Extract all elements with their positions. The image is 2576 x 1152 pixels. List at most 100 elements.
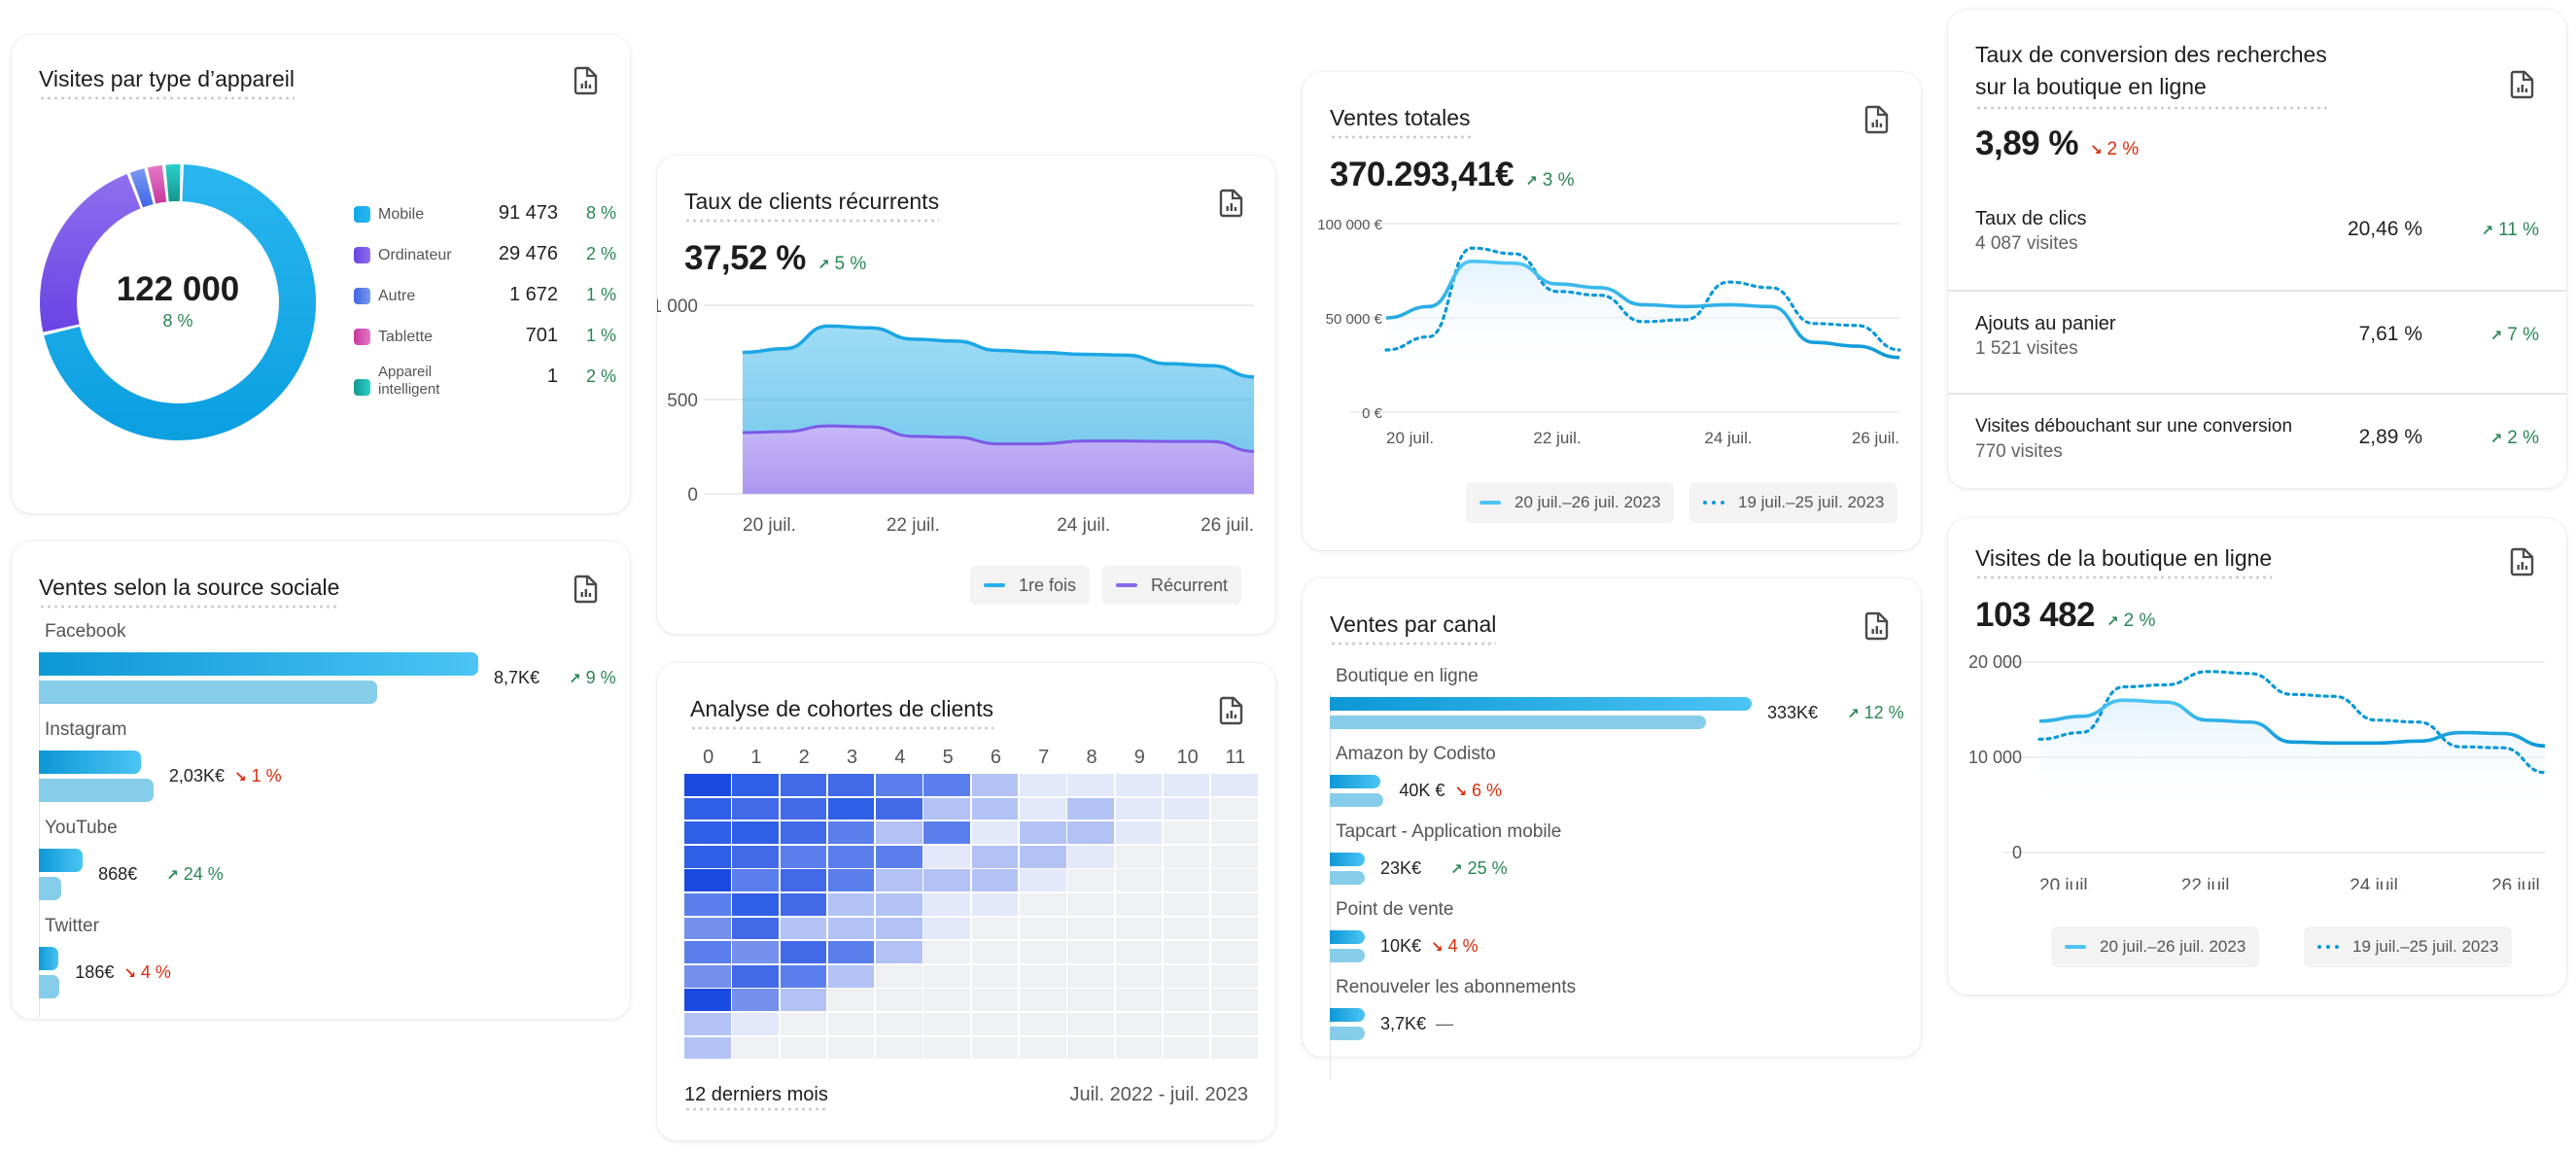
heatmap-cell[interactable] bbox=[732, 845, 779, 868]
card-title[interactable]: Analyse de cohortes de clients bbox=[690, 694, 993, 731]
heatmap-cell[interactable] bbox=[971, 869, 1019, 892]
heatmap-cell[interactable] bbox=[971, 989, 1019, 1012]
bar-current[interactable] bbox=[39, 652, 478, 676]
bar-current[interactable] bbox=[39, 947, 58, 970]
heatmap-cell[interactable] bbox=[780, 845, 827, 868]
heatmap-cell[interactable] bbox=[1067, 941, 1114, 963]
heatmap-cell[interactable] bbox=[780, 1012, 827, 1035]
conversion-row[interactable]: Visites débouchant sur une conversion 770… bbox=[1948, 393, 2566, 496]
heatmap-cell[interactable] bbox=[732, 797, 779, 820]
heatmap-cell[interactable] bbox=[971, 774, 1019, 796]
card-title[interactable]: Ventes par canal bbox=[1330, 610, 1497, 646]
heatmap-cell[interactable] bbox=[876, 774, 922, 796]
card-title[interactable]: Ventes selon la source sociale bbox=[39, 573, 340, 610]
heatmap-cell[interactable] bbox=[684, 1036, 731, 1060]
heatmap-cell[interactable] bbox=[876, 1036, 922, 1060]
heatmap-cell[interactable] bbox=[923, 964, 970, 988]
heatmap-cell[interactable] bbox=[1211, 941, 1258, 963]
bar-current[interactable] bbox=[1330, 930, 1365, 944]
heatmap-cell[interactable] bbox=[732, 917, 779, 940]
heatmap-cell[interactable] bbox=[1211, 797, 1258, 820]
heatmap-cell[interactable] bbox=[780, 917, 827, 940]
heatmap-cell[interactable] bbox=[1067, 917, 1114, 940]
legend-current-period[interactable]: 20 juil.–26 juil. 2023 bbox=[1466, 482, 1675, 523]
card-title[interactable]: Taux de clients récurrents bbox=[684, 187, 940, 224]
heatmap-cell[interactable] bbox=[923, 892, 970, 916]
heatmap-cell[interactable] bbox=[1211, 845, 1258, 868]
heatmap-cell[interactable] bbox=[1163, 774, 1210, 796]
heatmap-cell[interactable] bbox=[1020, 845, 1066, 868]
heatmap-cell[interactable] bbox=[1163, 989, 1210, 1012]
legend-previous-period[interactable]: 19 juil.–25 juil. 2023 bbox=[2304, 926, 2513, 967]
heatmap-cell[interactable] bbox=[732, 1036, 779, 1060]
heatmap-cell[interactable] bbox=[732, 869, 779, 892]
heatmap-cell[interactable] bbox=[1211, 821, 1258, 844]
heatmap-cell[interactable] bbox=[1115, 1012, 1163, 1035]
heatmap-cell[interactable] bbox=[780, 964, 827, 988]
heatmap-cell[interactable] bbox=[1163, 845, 1210, 868]
heatmap-cell[interactable] bbox=[827, 1012, 875, 1035]
heatmap-cell[interactable] bbox=[1020, 964, 1066, 988]
legend-item[interactable]: Ordinateur 29 476 2 % bbox=[354, 243, 616, 282]
heatmap-cell[interactable] bbox=[780, 989, 827, 1012]
heatmap-cell[interactable] bbox=[1163, 1036, 1210, 1060]
file-chart-icon[interactable] bbox=[574, 575, 599, 604]
heatmap-cell[interactable] bbox=[684, 869, 731, 892]
card-title[interactable]: Taux de conversion des recherches sur la … bbox=[1975, 39, 2327, 110]
heatmap-cell[interactable] bbox=[684, 892, 731, 916]
heatmap-cell[interactable] bbox=[971, 797, 1019, 820]
heatmap-cell[interactable] bbox=[971, 821, 1019, 844]
heatmap-cell[interactable] bbox=[732, 1012, 779, 1035]
legend-item[interactable]: Mobile 91 473 8 % bbox=[354, 202, 616, 241]
heatmap-cell[interactable] bbox=[1211, 774, 1258, 796]
heatmap-cell[interactable] bbox=[684, 941, 731, 963]
conversion-row[interactable]: Ajouts au panier 1 521 visites 7,61 % ↗ 7 % bbox=[1948, 290, 2566, 393]
heatmap-cell[interactable] bbox=[1163, 892, 1210, 916]
heatmap-cell[interactable] bbox=[876, 821, 922, 844]
heatmap-cell[interactable] bbox=[1211, 869, 1258, 892]
heatmap-cell[interactable] bbox=[1115, 797, 1163, 820]
heatmap-cell[interactable] bbox=[876, 1012, 922, 1035]
bar-current[interactable] bbox=[39, 751, 142, 774]
file-chart-icon[interactable] bbox=[2510, 547, 2535, 576]
heatmap-cell[interactable] bbox=[1163, 797, 1210, 820]
legend-item[interactable]: Appareil intelligent 1 2 % bbox=[354, 364, 616, 404]
heatmap-cell[interactable] bbox=[923, 797, 970, 820]
heatmap-cell[interactable] bbox=[876, 797, 922, 820]
heatmap-cell[interactable] bbox=[1115, 989, 1163, 1012]
bar-current[interactable] bbox=[1330, 775, 1381, 788]
card-title[interactable]: Visites par type d’appareil bbox=[39, 64, 295, 101]
legend-item[interactable]: Tablette 701 1 % bbox=[354, 325, 616, 364]
heatmap-cell[interactable] bbox=[876, 892, 922, 916]
bar-previous[interactable] bbox=[1330, 793, 1384, 807]
heatmap-cell[interactable] bbox=[1163, 917, 1210, 940]
heatmap-cell[interactable] bbox=[780, 941, 827, 963]
heatmap-cell[interactable] bbox=[732, 821, 779, 844]
heatmap-cell[interactable] bbox=[1067, 797, 1114, 820]
heatmap-cell[interactable] bbox=[780, 797, 827, 820]
heatmap-cell[interactable] bbox=[876, 964, 922, 988]
legend-item[interactable]: Autre 1 672 1 % bbox=[354, 284, 616, 323]
file-chart-icon[interactable] bbox=[1219, 696, 1244, 725]
heatmap-cell[interactable] bbox=[1115, 1036, 1163, 1060]
heatmap-cell[interactable] bbox=[732, 989, 779, 1012]
heatmap-cell[interactable] bbox=[1211, 1036, 1258, 1060]
heatmap-cell[interactable] bbox=[827, 917, 875, 940]
file-chart-icon[interactable] bbox=[1219, 189, 1244, 218]
heatmap-cell[interactable] bbox=[1067, 989, 1114, 1012]
heatmap-cell[interactable] bbox=[1163, 821, 1210, 844]
heatmap-cell[interactable] bbox=[1020, 941, 1066, 963]
bar-previous[interactable] bbox=[39, 877, 62, 900]
heatmap-cell[interactable] bbox=[923, 989, 970, 1012]
heatmap-cell[interactable] bbox=[876, 845, 922, 868]
card-title[interactable]: Ventes totales bbox=[1330, 103, 1471, 140]
heatmap-cell[interactable] bbox=[876, 941, 922, 963]
heatmap-cell[interactable] bbox=[780, 821, 827, 844]
conversion-row[interactable]: Taux de clics 4 087 visites 20,46 % ↗ 11 % bbox=[1948, 187, 2566, 290]
heatmap-cell[interactable] bbox=[1115, 941, 1163, 963]
heatmap-cell[interactable] bbox=[1020, 774, 1066, 796]
heatmap-cell[interactable] bbox=[923, 774, 970, 796]
heatmap-cell[interactable] bbox=[1163, 941, 1210, 963]
heatmap-cell[interactable] bbox=[1020, 1012, 1066, 1035]
heatmap-cell[interactable] bbox=[827, 845, 875, 868]
